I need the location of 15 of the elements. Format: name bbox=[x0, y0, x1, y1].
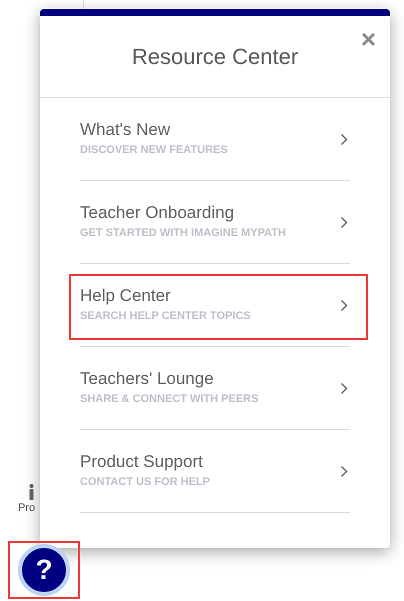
menu-item[interactable]: Product Support CONTACT US FOR HELP bbox=[80, 430, 350, 513]
chevron-right-icon bbox=[340, 298, 348, 312]
sidebar-label: Pro bbox=[18, 501, 36, 516]
menu-item[interactable]: Help Center SEARCH HELP CENTER TOPICS bbox=[80, 264, 350, 347]
chevron-right-icon bbox=[340, 382, 348, 394]
close-button[interactable]: × bbox=[360, 26, 376, 52]
menu-item[interactable]: Teachers' Lounge SHARE & CONNECT WITH PEERS bbox=[80, 347, 350, 430]
menu-item[interactable]: What's New DISCOVER NEW FEATURES bbox=[80, 98, 350, 181]
menu-item[interactable]: Teacher Onboarding GET STARTED WITH IMAGINE MYPATH bbox=[80, 181, 350, 264]
chevron-right-icon bbox=[340, 132, 348, 146]
help-button[interactable]: ? bbox=[18, 544, 70, 596]
chevron-right-icon bbox=[340, 464, 348, 478]
chevron-right-icon bbox=[340, 216, 348, 228]
info-icon bbox=[27, 484, 36, 500]
panel-title: Resource Center bbox=[132, 43, 298, 71]
